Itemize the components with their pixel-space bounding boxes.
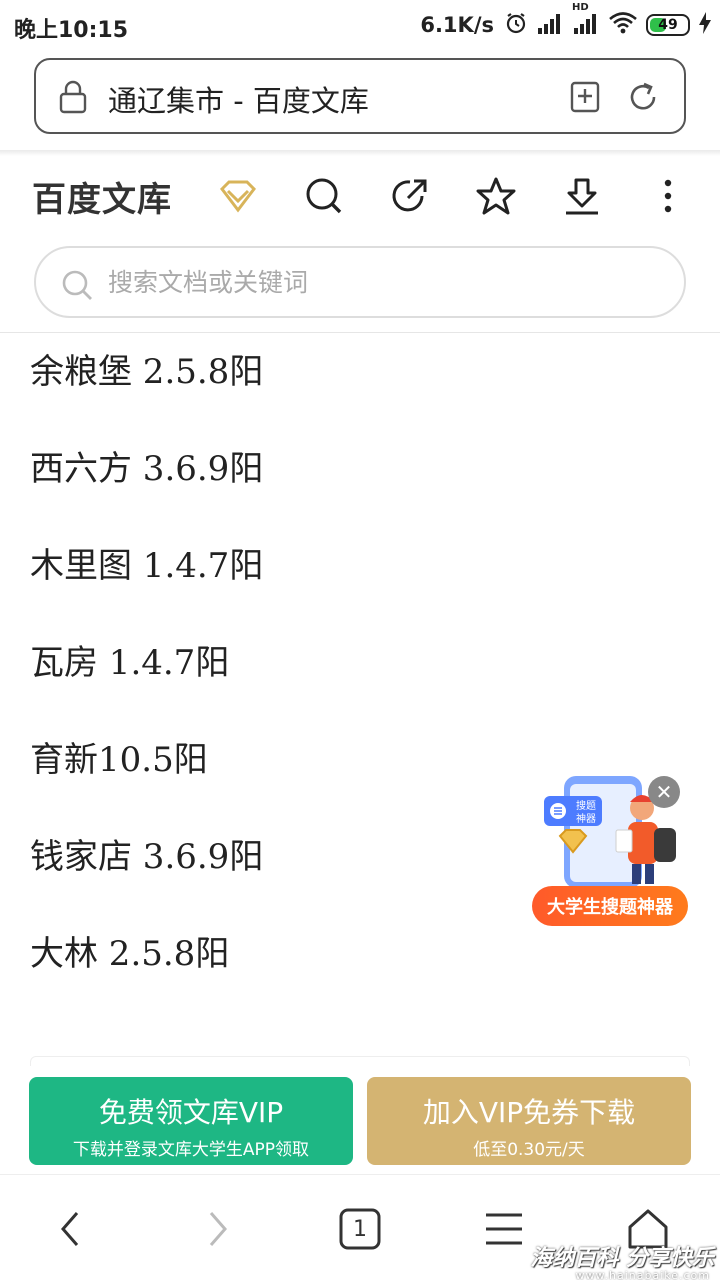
promo-banner[interactable]: 大学生搜题神器 [532,886,688,926]
hd-label: HD [572,2,589,13]
content-line: 育新10.5阳 [30,740,208,780]
battery-icon: 49 [646,14,690,36]
free-vip-sublabel: 下载并登录文库大学生APP领取 [72,1140,310,1160]
more-menu-icon[interactable] [644,172,692,220]
wenku-header: 百度文库 [0,156,720,236]
search-icon[interactable] [300,172,348,220]
svg-text:搜题: 搜题 [576,799,596,812]
back-icon[interactable] [42,1201,98,1257]
wenku-logo[interactable]: 百度文库 [32,172,172,221]
content-line: 大林 2.5.8阳 [30,934,230,974]
battery-level: 49 [658,17,678,33]
promo-close-button[interactable]: ✕ [648,776,680,808]
hd-signal-icon: HD [572,2,600,38]
tabs-button[interactable]: 1 [332,1201,388,1257]
join-vip-sublabel: 低至0.30元/天 [473,1140,585,1160]
header-divider [0,332,720,333]
star-icon[interactable] [472,172,520,220]
content-line: 余粮堡 2.5.8阳 [30,352,264,392]
tab-count: 1 [353,1216,367,1242]
status-icons: 6.1K/s HD 49 [420,2,712,40]
join-vip-download-button[interactable]: 加入VIP免券下载 低至0.30元/天 [367,1077,691,1165]
page-url-title[interactable]: 通辽集市 - 百度文库 [108,78,369,120]
search-box-icon [60,268,94,306]
reload-icon[interactable] [626,80,660,118]
content-line: 西六方 3.6.9阳 [30,449,264,489]
status-bar: 晚上10:15 6.1K/s HD 49 [0,0,720,52]
search-input[interactable] [108,262,648,302]
free-vip-label: 免费领文库VIP [98,1096,284,1129]
address-bar[interactable]: 通辽集市 - 百度文库 [34,58,686,134]
join-vip-label: 加入VIP免券下载 [422,1096,636,1129]
lock-icon [58,80,88,118]
menu-icon[interactable] [476,1201,532,1257]
document-search-box[interactable] [34,246,686,318]
status-time: 晚上10:15 [14,18,129,43]
free-vip-button[interactable]: 免费领文库VIP 下载并登录文库大学生APP领取 [29,1077,353,1165]
charging-icon [698,12,712,38]
alarm-icon [504,11,528,39]
signal-icon [536,12,564,38]
vip-diamond-icon[interactable] [214,172,262,220]
content-line: 木里图 1.4.7阳 [30,546,264,586]
question-search-promo[interactable]: 搜题 神器 ✕ 大学生搜题神器 [530,772,690,930]
network-speed: 6.1K/s [420,13,494,37]
watermark-url: www.hainabaike.com [575,1269,710,1280]
content-line: 钱家店 3.6.9阳 [30,837,264,877]
wifi-icon [608,11,638,39]
watermark-text: 海纳百科 分享快乐 [530,1246,714,1271]
download-icon[interactable] [558,172,606,220]
add-bookmark-icon[interactable] [568,80,602,118]
content-card-edge [30,1056,690,1066]
content-line: 瓦房 1.4.7阳 [30,643,230,683]
share-icon[interactable] [386,172,434,220]
browser-nav-bar: 1 海纳百科 分享快乐 www.hainabaike.com [0,1174,720,1280]
forward-icon[interactable] [190,1201,246,1257]
svg-text:神器: 神器 [576,812,596,825]
